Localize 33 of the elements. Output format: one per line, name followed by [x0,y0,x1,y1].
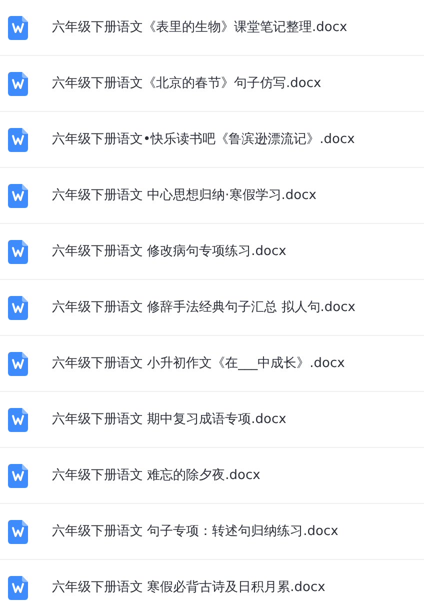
file-name: 六年级下册语文 中心思想归纳·寒假学习.docx [52,186,316,205]
file-row[interactable]: 六年级下册语文 期中复习成语专项.docx [0,392,424,448]
file-row[interactable]: 六年级下册语文 修改病句专项练习.docx [0,224,424,280]
document-icon [8,16,28,40]
document-icon [8,184,28,208]
document-icon [8,72,28,96]
file-name: 六年级下册语文 难忘的除夕夜.docx [52,466,260,485]
document-icon [8,520,28,544]
file-name: 六年级下册语文 期中复习成语专项.docx [52,410,286,429]
file-name: 六年级下册语文 寒假必背古诗及日积月累.docx [52,578,326,597]
file-row[interactable]: 六年级下册语文•快乐读书吧《鲁滨逊漂流记》.docx [0,112,424,168]
file-name: 六年级下册语文《北京的春节》句子仿写.docx [52,74,322,93]
document-icon [8,464,28,488]
file-name: 六年级下册语文《表里的生物》课堂笔记整理.docx [52,18,348,37]
document-icon [8,352,28,376]
document-icon [8,240,28,264]
file-name: 六年级下册语文 修改病句专项练习.docx [52,242,286,261]
document-icon [8,296,28,320]
file-row[interactable]: 六年级下册语文 寒假必背古诗及日积月累.docx [0,560,424,610]
file-row[interactable]: 六年级下册语文《北京的春节》句子仿写.docx [0,56,424,112]
file-name: 六年级下册语文 修辞手法经典句子汇总 拟人句.docx [52,298,356,317]
file-name: 六年级下册语文 小升初作文《在___中成长》.docx [52,354,345,373]
file-row[interactable]: 六年级下册语文 修辞手法经典句子汇总 拟人句.docx [0,280,424,336]
file-row[interactable]: 六年级下册语文 难忘的除夕夜.docx [0,448,424,504]
file-row[interactable]: 六年级下册语文 小升初作文《在___中成长》.docx [0,336,424,392]
file-row[interactable]: 六年级下册语文 句子专项：转述句归纳练习.docx [0,504,424,560]
file-name: 六年级下册语文•快乐读书吧《鲁滨逊漂流记》.docx [52,130,355,149]
file-row[interactable]: 六年级下册语文 中心思想归纳·寒假学习.docx [0,168,424,224]
document-icon [8,128,28,152]
document-icon [8,408,28,432]
file-row[interactable]: 六年级下册语文《表里的生物》课堂笔记整理.docx [0,0,424,56]
file-name: 六年级下册语文 句子专项：转述句归纳练习.docx [52,522,338,541]
document-icon [8,576,28,600]
